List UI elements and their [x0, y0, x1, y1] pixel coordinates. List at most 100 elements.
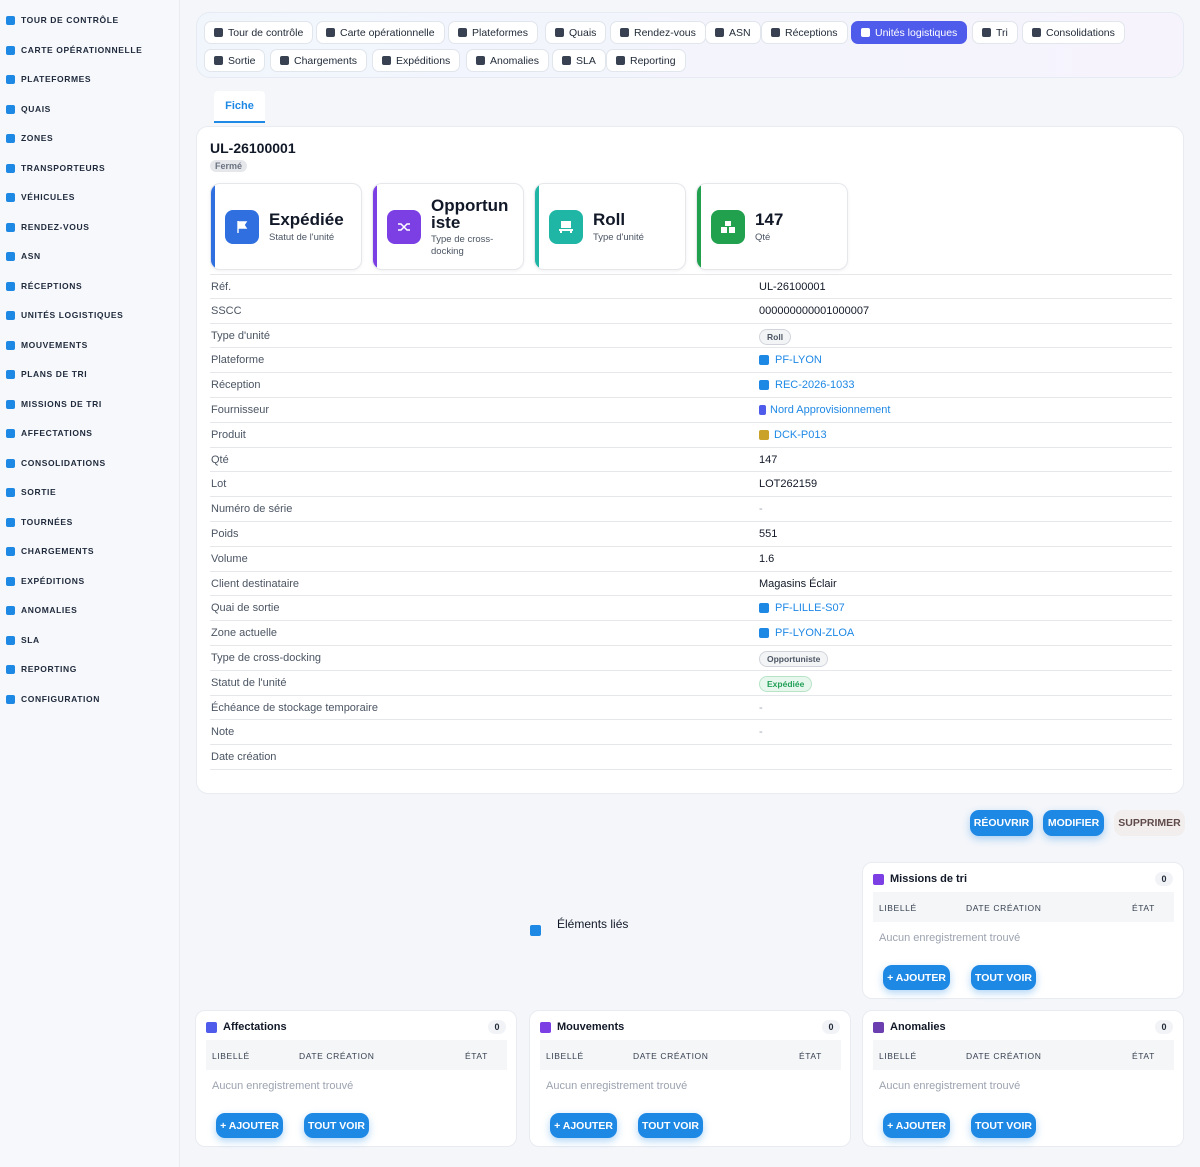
column-header-libelle[interactable]: LIBELLÉ	[212, 1051, 250, 1061]
zone-actuelle-link[interactable]: PF-LYON-ZLOA	[759, 627, 854, 639]
flag-icon	[225, 210, 259, 244]
sidebar-item-configuration[interactable]: CONFIGURATION	[6, 689, 100, 709]
produit-link[interactable]: DCK-P013	[759, 429, 827, 441]
column-header-etat[interactable]: ÉTAT	[799, 1051, 822, 1061]
panel-count-badge: 0	[488, 1020, 506, 1034]
nav-chip-anomalies[interactable]: Anomalies	[466, 49, 550, 72]
sidebar-item-receptions[interactable]: RÉCEPTIONS	[6, 276, 82, 296]
kpi-card-statut: Expédiée Statut de l'unité	[210, 183, 362, 270]
field-label: Poids	[211, 528, 239, 540]
sidebar-item-label: CONSOLIDATIONS	[21, 458, 106, 468]
sidebar-item-zones[interactable]: ZONES	[6, 128, 53, 148]
fournisseur-link[interactable]: Nord Approvisionnement	[759, 404, 890, 416]
view-all-button[interactable]: TOUT VOIR	[971, 965, 1036, 990]
grid-icon	[759, 628, 769, 639]
chart-pie-icon	[616, 56, 625, 65]
truck-loading-icon	[6, 546, 15, 556]
sidebar-item-carte[interactable]: CARTE OPÉRATIONNELLE	[6, 40, 142, 60]
nav-chip-plateformes[interactable]: Plateformes	[448, 21, 539, 44]
field-label: Réception	[211, 379, 261, 392]
nav-chip-tour-de-controle[interactable]: Tour de contrôle	[204, 21, 314, 44]
column-header-etat[interactable]: ÉTAT	[465, 1051, 488, 1061]
edit-button[interactable]: MODIFIER	[1043, 810, 1104, 836]
column-header-etat[interactable]: ÉTAT	[1132, 903, 1155, 913]
view-all-button[interactable]: TOUT VOIR	[971, 1113, 1036, 1138]
field-label: Type d'unité	[211, 329, 270, 342]
sidebar-item-vehicules[interactable]: VÉHICULES	[6, 187, 75, 207]
sidebar-item-transporteurs[interactable]: TRANSPORTEURS	[6, 158, 105, 178]
van-icon	[6, 192, 15, 202]
add-button[interactable]: + AJOUTER	[883, 1113, 950, 1138]
column-header-date[interactable]: DATE CRÉATION	[299, 1051, 375, 1061]
view-all-button[interactable]: TOUT VOIR	[638, 1113, 703, 1138]
sidebar-item-quais[interactable]: QUAIS	[6, 99, 51, 119]
sidebar-item-consolidations[interactable]: CONSOLIDATIONS	[6, 453, 106, 473]
kpi-card-type-unite: Roll Type d'unité	[534, 183, 686, 270]
pallet-icon	[6, 310, 15, 320]
sidebar-item-asn[interactable]: ASN	[6, 246, 41, 266]
field-value: Magasins Éclair	[759, 577, 837, 590]
pallet-icon	[549, 210, 583, 244]
column-header-libelle[interactable]: LIBELLÉ	[546, 1051, 584, 1061]
field-label: Échéance de stockage temporaire	[211, 701, 378, 714]
nav-chip-reporting[interactable]: Reporting	[606, 49, 686, 72]
nav-chip-carte[interactable]: Carte opérationnelle	[316, 21, 445, 44]
tab-fiche[interactable]: Fiche	[214, 91, 265, 123]
add-button[interactable]: + AJOUTER	[550, 1113, 617, 1138]
sidebar-item-missions-de-tri[interactable]: MISSIONS DE TRI	[6, 394, 102, 414]
sidebar-item-reporting[interactable]: REPORTING	[6, 659, 77, 679]
sidebar-item-anomalies[interactable]: ANOMALIES	[6, 600, 77, 620]
sidebar-item-sla[interactable]: SLA	[6, 630, 40, 650]
nav-chip-tri[interactable]: Tri	[972, 21, 1018, 44]
warehouse-icon	[759, 355, 769, 366]
field-label: Zone actuelle	[211, 627, 278, 640]
gauge-icon	[214, 28, 223, 37]
nav-chip-quais[interactable]: Quais	[545, 21, 607, 44]
reception-link[interactable]: REC-2026-1033	[759, 379, 855, 391]
plateforme-link[interactable]: PF-LYON	[759, 354, 822, 366]
column-header-date[interactable]: DATE CRÉATION	[966, 1051, 1042, 1061]
warning-icon	[873, 1021, 884, 1033]
field-label: Note	[211, 726, 235, 739]
nav-chip-sortie[interactable]: Sortie	[204, 49, 266, 72]
nav-chip-expeditions[interactable]: Expéditions	[372, 49, 461, 72]
nav-chip-sla[interactable]: SLA	[552, 49, 606, 72]
add-button[interactable]: + AJOUTER	[216, 1113, 283, 1138]
sidebar-item-unites-logistiques[interactable]: UNITÉS LOGISTIQUES	[6, 305, 123, 325]
sidebar-item-affectations[interactable]: AFFECTATIONS	[6, 423, 93, 443]
kpi-accent-bar	[535, 184, 539, 269]
reopen-button[interactable]: RÉOUVRIR	[970, 810, 1033, 836]
sidebar-item-mouvements[interactable]: MOUVEMENTS	[6, 335, 88, 355]
column-header-date[interactable]: DATE CRÉATION	[966, 903, 1042, 913]
sidebar-item-plans-de-tri[interactable]: PLANS DE TRI	[6, 364, 87, 384]
panel-count-badge: 0	[1155, 872, 1173, 886]
quai-sortie-link[interactable]: PF-LILLE-S07	[759, 602, 845, 614]
sidebar-item-tournees[interactable]: TOURNÉES	[6, 512, 73, 532]
sidebar-item-sortie[interactable]: SORTIE	[6, 482, 56, 502]
column-header-libelle[interactable]: LIBELLÉ	[879, 1051, 917, 1061]
link-text: REC-2026-1033	[775, 379, 855, 392]
tasks-icon	[6, 399, 15, 409]
sidebar-item-expeditions[interactable]: EXPÉDITIONS	[6, 571, 85, 591]
sidebar-item-rendez-vous[interactable]: RENDEZ-VOUS	[6, 217, 89, 237]
nav-chip-receptions[interactable]: Réceptions	[761, 21, 848, 44]
add-button[interactable]: + AJOUTER	[883, 965, 950, 990]
nav-chip-unites-logistiques[interactable]: Unités logistiques	[851, 21, 968, 44]
nav-chip-asn[interactable]: ASN	[705, 21, 761, 44]
warehouse-icon	[458, 28, 467, 37]
kpi-value: Expédiée	[269, 210, 344, 229]
nav-chip-chargements[interactable]: Chargements	[270, 49, 368, 72]
nav-chip-consolidations[interactable]: Consolidations	[1022, 21, 1125, 44]
view-all-button[interactable]: TOUT VOIR	[304, 1113, 369, 1138]
warning-icon	[476, 56, 485, 65]
column-header-libelle[interactable]: LIBELLÉ	[879, 903, 917, 913]
delete-button[interactable]: SUPPRIMER	[1114, 810, 1185, 836]
sidebar-item-tour-de-controle[interactable]: TOUR DE CONTRÔLE	[6, 10, 119, 30]
column-header-date[interactable]: DATE CRÉATION	[633, 1051, 709, 1061]
nav-chip-label: Plateformes	[472, 26, 529, 39]
nav-chip-rendez-vous[interactable]: Rendez-vous	[610, 21, 706, 44]
field-label: Plateforme	[211, 354, 265, 367]
column-header-etat[interactable]: ÉTAT	[1132, 1051, 1155, 1061]
sidebar-item-chargements[interactable]: CHARGEMENTS	[6, 541, 94, 561]
sidebar-item-plateformes[interactable]: PLATEFORMES	[6, 69, 91, 89]
